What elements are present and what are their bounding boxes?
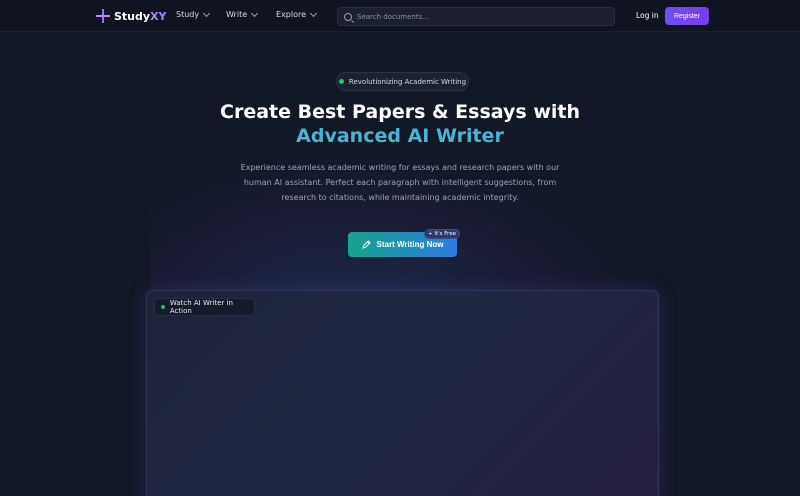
hero-badge: Revolutionizing Academic Writing <box>336 72 469 91</box>
free-badge: + It's Free <box>424 229 460 239</box>
green-dot-icon <box>161 305 165 309</box>
hero-title-highlight: Advanced AI Writer <box>296 125 504 147</box>
watch-demo-label: Watch AI Writer in Action <box>154 298 255 316</box>
menu-write[interactable]: Write <box>226 9 259 19</box>
top-navbar: Study XY Study Write Explore Search docu… <box>0 0 800 32</box>
hero-title: Create Best Papers & Essays with <box>220 101 580 123</box>
pen-icon <box>361 240 371 249</box>
chevron-down-icon <box>251 9 259 17</box>
watch-demo-text: Watch AI Writer in Action <box>169 299 233 315</box>
menu-explore[interactable]: Explore <box>276 9 318 19</box>
menu-label: Study <box>176 10 200 19</box>
menu-label: Explore <box>276 10 307 19</box>
chevron-down-icon <box>309 9 318 17</box>
logo[interactable]: Study XY <box>96 8 167 24</box>
hero-badge-text: Revolutionizing Academic Writing <box>348 77 467 86</box>
register-button[interactable]: Register <box>665 7 709 25</box>
hero-subtitle: Experience seamless academic writing for… <box>240 163 560 202</box>
chevron-down-icon <box>203 9 211 17</box>
cross-logo-icon <box>96 9 110 23</box>
search-icon <box>344 12 352 21</box>
logo-accent-text: XY <box>150 9 167 23</box>
green-dot-icon <box>338 79 344 84</box>
search-input[interactable]: Search documents... <box>337 7 615 26</box>
start-writing-label: Start Writing Now <box>376 240 444 249</box>
login-link[interactable]: Log in <box>636 11 659 20</box>
search-placeholder: Search documents... <box>357 12 429 21</box>
demo-video-panel[interactable] <box>146 290 659 496</box>
menu-label: Write <box>226 10 248 19</box>
logo-text: Study <box>114 9 151 23</box>
menu-study[interactable]: Study <box>176 9 211 19</box>
